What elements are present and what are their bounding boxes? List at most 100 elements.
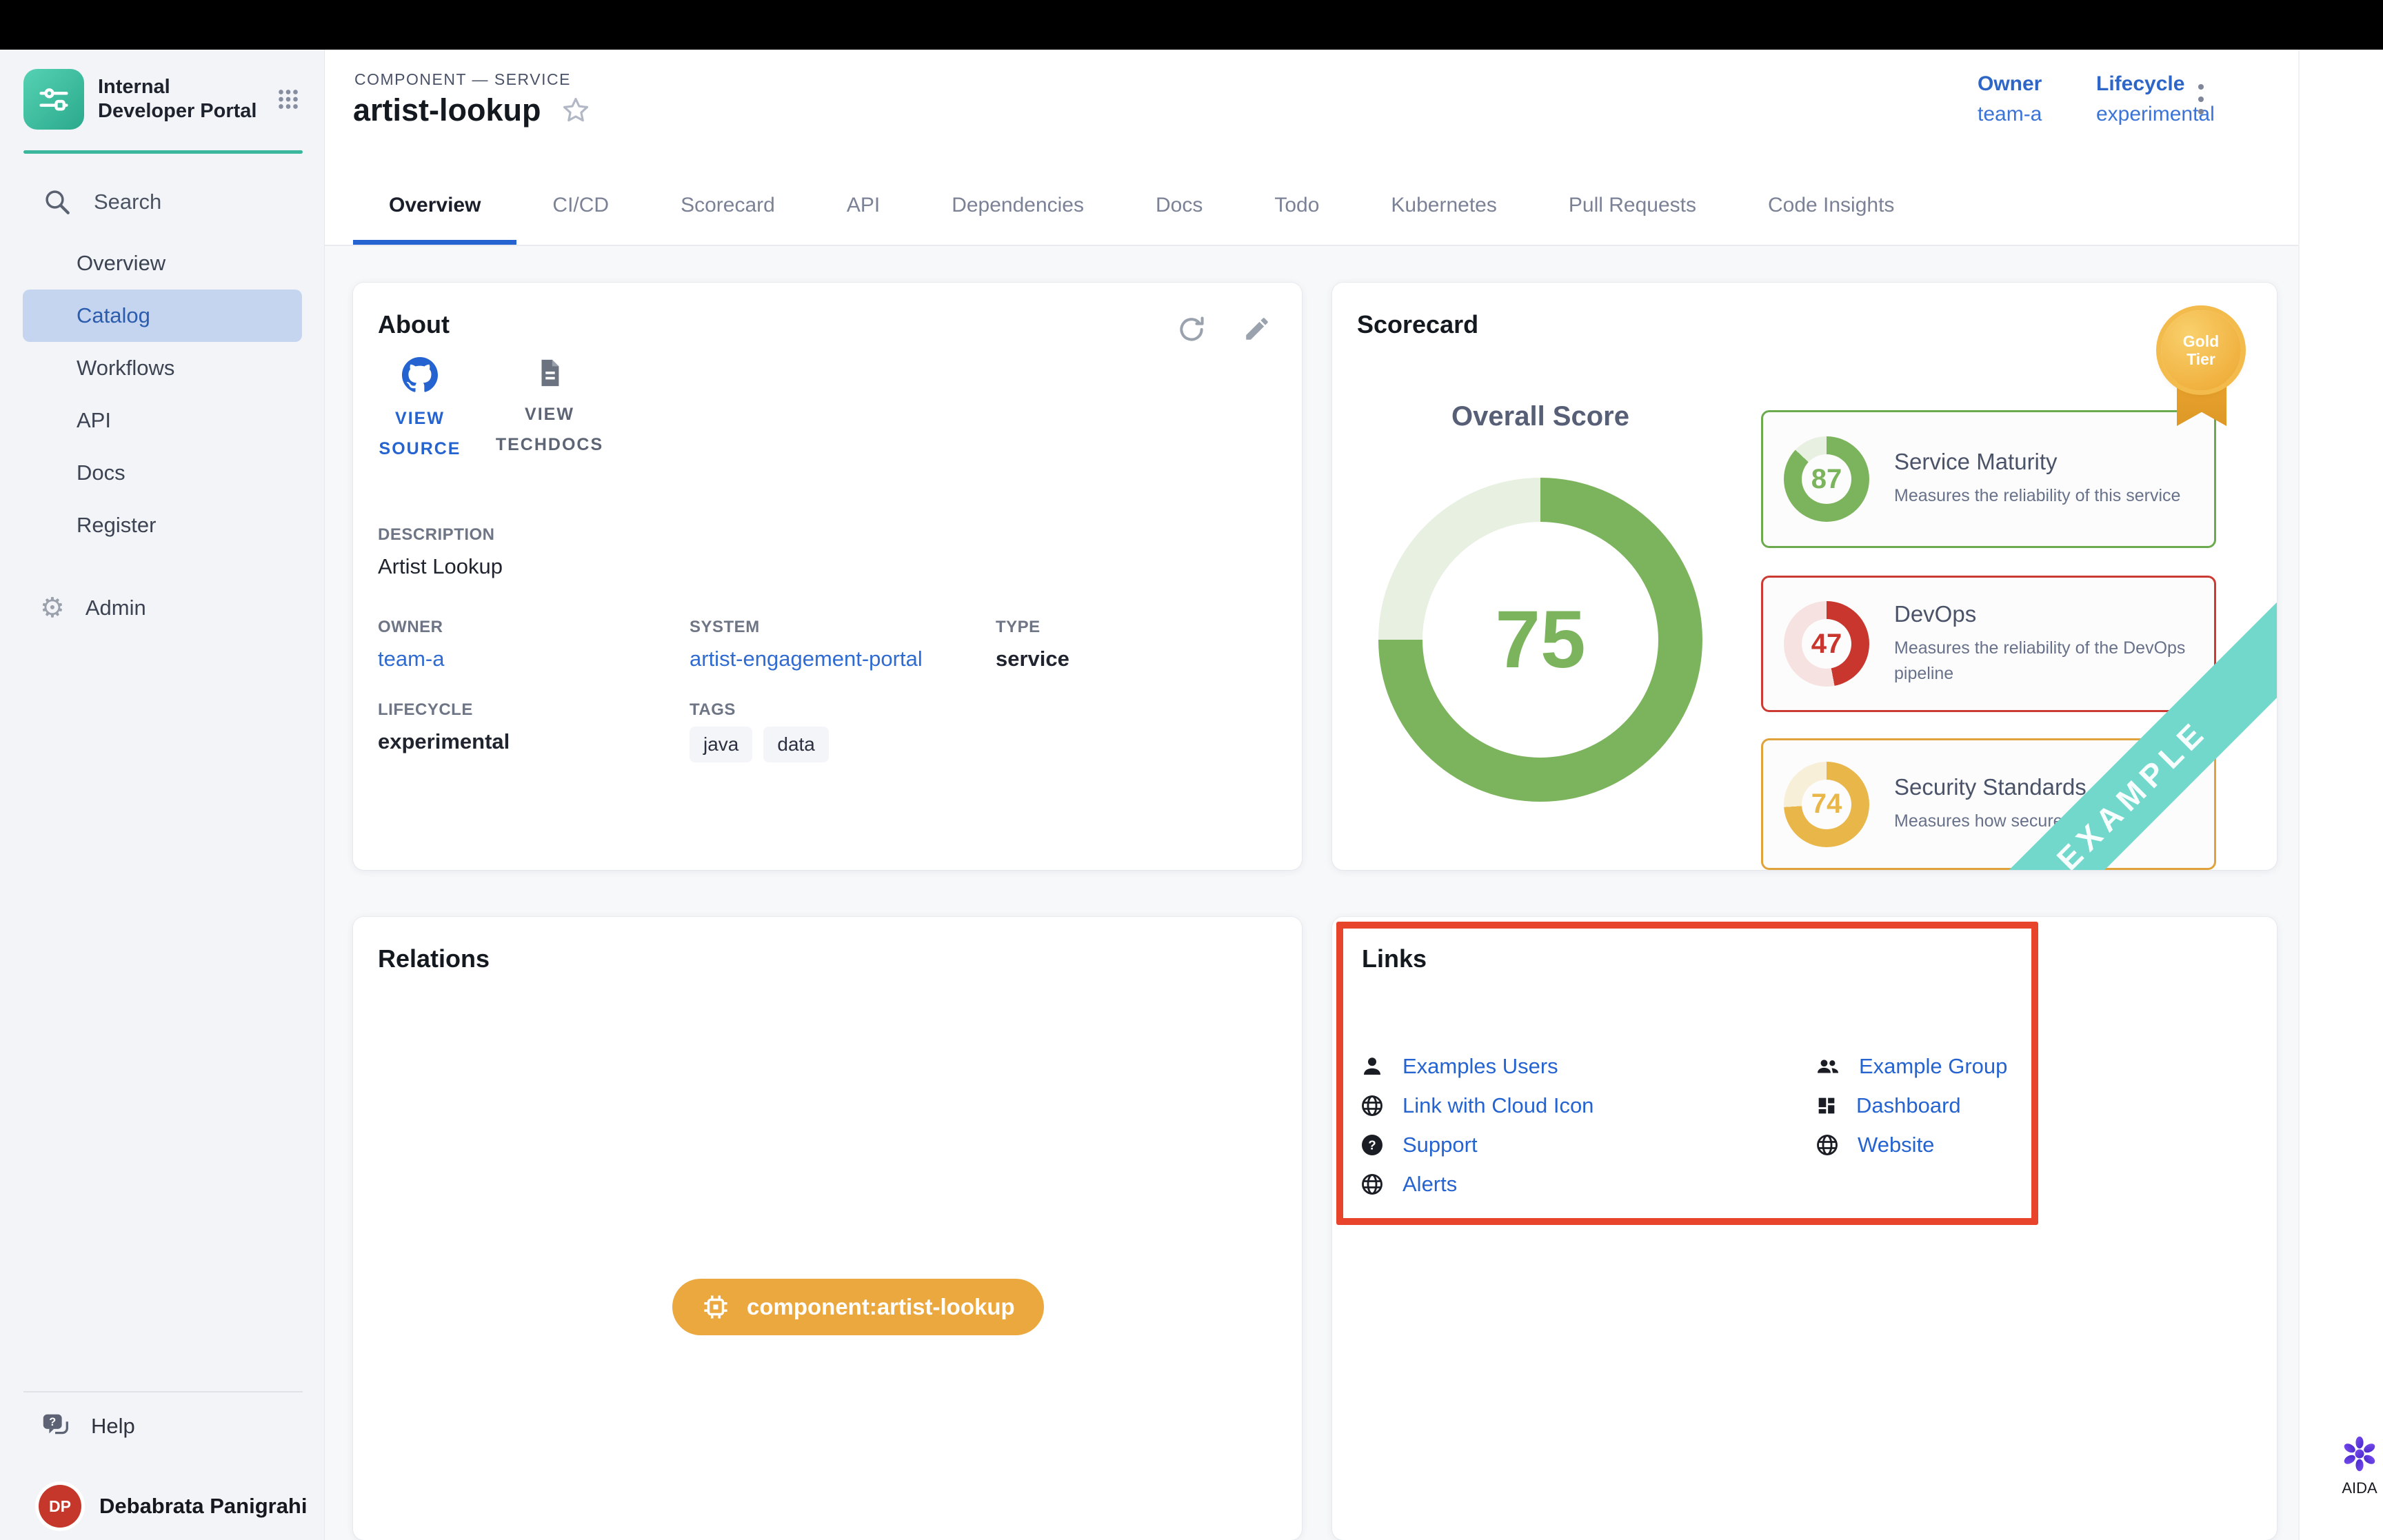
breadcrumb: COMPONENT — SERVICE — [354, 70, 571, 89]
view-techdocs-label: VIEW TECHDOCS — [488, 400, 611, 460]
owner-value[interactable]: team-a — [1978, 99, 2042, 130]
sidebar-item-workflows[interactable]: Workflows — [23, 342, 302, 394]
content-area: About VIEW SOURCE — [325, 246, 2298, 1540]
link-alerts[interactable]: Alerts — [1360, 1164, 1593, 1204]
tag-chip[interactable]: java — [690, 727, 752, 762]
tab-docs[interactable]: Docs — [1120, 165, 1238, 245]
about-card: About VIEW SOURCE — [353, 283, 1302, 870]
link-website[interactable]: Website — [1815, 1125, 2007, 1164]
score-item-name: DevOps — [1894, 601, 2191, 627]
sidebar-item-overview[interactable]: Overview — [23, 237, 302, 290]
tab-overview[interactable]: Overview — [353, 165, 516, 245]
screen: Internal Developer Portal Search Overvie… — [0, 0, 2383, 1540]
help-chat-icon: ? — [40, 1410, 72, 1442]
tab-pull-requests[interactable]: Pull Requests — [1533, 165, 1732, 245]
scorecard-card: Scorecard GoldTier Overall Score 75 87 S… — [1332, 283, 2277, 870]
sidebar-item-catalog[interactable]: Catalog — [23, 290, 302, 342]
scorecard-item-service-maturity[interactable]: 87 Service Maturity Measures the reliabi… — [1761, 410, 2216, 548]
globe-icon — [1360, 1172, 1385, 1197]
relation-node-label: component:artist-lookup — [747, 1294, 1015, 1320]
tab-cicd[interactable]: CI/CD — [516, 165, 645, 245]
tab-code-insights[interactable]: Code Insights — [1732, 165, 1930, 245]
link-support[interactable]: ? Support — [1360, 1125, 1593, 1164]
user-name: Debabrata Panigrahi — [99, 1494, 307, 1519]
search-input[interactable]: Search — [43, 188, 161, 216]
tab-todo[interactable]: Todo — [1238, 165, 1355, 245]
app-logo — [23, 69, 84, 130]
edit-pencil-icon[interactable] — [1243, 314, 1271, 345]
person-icon — [1360, 1054, 1385, 1079]
scorecard-item-devops[interactable]: 47 DevOps Measures the reliability of th… — [1761, 576, 2216, 712]
owner-field-value[interactable]: team-a — [378, 647, 444, 671]
system-field-value[interactable]: artist-engagement-portal — [690, 647, 923, 671]
view-source-link[interactable]: VIEW SOURCE — [368, 357, 472, 465]
chip-icon — [701, 1293, 730, 1321]
devops-gauge: 47 — [1784, 601, 1869, 687]
star-icon[interactable] — [561, 95, 591, 125]
entity-header: COMPONENT — SERVICE artist-lookup Owner … — [325, 50, 2383, 165]
owner-field-label: OWNER — [378, 618, 444, 637]
type-field-label: TYPE — [996, 618, 1069, 637]
system-field-label: SYSTEM — [690, 618, 923, 637]
link-dashboard[interactable]: Dashboard — [1815, 1086, 2007, 1125]
tab-dependencies[interactable]: Dependencies — [916, 165, 1120, 245]
tags-field-label: TAGS — [690, 700, 829, 720]
service-maturity-gauge: 87 — [1784, 436, 1869, 522]
tag-chip[interactable]: data — [763, 727, 829, 762]
question-circle-icon: ? — [1360, 1133, 1385, 1157]
links-title: Links — [1362, 944, 1427, 973]
lifecycle-field-value: experimental — [378, 729, 510, 754]
scroll-gutter[interactable] — [2298, 50, 2383, 1540]
score-item-description: Measures the reliability of the DevOps p… — [1894, 636, 2191, 687]
globe-icon — [1360, 1093, 1385, 1118]
gold-tier-badge: GoldTier — [2161, 310, 2241, 390]
dashboard-icon — [1815, 1094, 1838, 1117]
sidebar-item-register[interactable]: Register — [23, 499, 302, 551]
view-source-label: VIEW SOURCE — [368, 404, 472, 465]
score-item-name: Service Maturity — [1894, 449, 2180, 475]
overall-score-value: 75 — [1495, 593, 1585, 687]
link-example-group[interactable]: Example Group — [1815, 1046, 2007, 1086]
sidebar-item-admin[interactable]: ⚙ Admin — [40, 594, 146, 622]
svg-text:?: ? — [49, 1416, 56, 1428]
help-label: Help — [91, 1414, 135, 1439]
link-link-with-cloud-icon[interactable]: Link with Cloud Icon — [1360, 1086, 1593, 1125]
relations-title: Relations — [378, 944, 490, 973]
admin-label: Admin — [86, 596, 146, 620]
search-placeholder: Search — [94, 190, 161, 214]
more-options-icon[interactable] — [2194, 80, 2208, 119]
github-icon — [402, 357, 438, 393]
sidebar-item-help[interactable]: ? Help — [40, 1410, 135, 1442]
globe-icon — [1815, 1133, 1840, 1157]
apps-grid-icon[interactable] — [274, 85, 303, 114]
tab-api[interactable]: API — [811, 165, 916, 245]
sidebar-item-docs[interactable]: Docs — [23, 447, 302, 499]
link-examples-users[interactable]: Examples Users — [1360, 1046, 1593, 1086]
sidebar-item-api[interactable]: API — [23, 394, 302, 447]
overall-score-gauge: 75 — [1378, 478, 1702, 802]
relation-node-artist-lookup[interactable]: component:artist-lookup — [672, 1279, 1044, 1335]
description-value: Artist Lookup — [378, 554, 503, 579]
user-menu[interactable]: DP Debabrata Panigrahi — [39, 1485, 307, 1528]
tab-scorecard[interactable]: Scorecard — [645, 165, 811, 245]
avatar: DP — [39, 1485, 81, 1528]
aida-assistant-button[interactable]: AIDA — [2333, 1434, 2383, 1497]
svg-text:?: ? — [1368, 1137, 1376, 1152]
refresh-icon[interactable] — [1176, 314, 1207, 345]
entity-tabs: Overview CI/CD Scorecard API Dependencie… — [325, 165, 2383, 246]
owner-meta[interactable]: Owner team-a — [1978, 69, 2042, 129]
sidebar: Internal Developer Portal Search Overvie… — [0, 50, 325, 1540]
overall-score-label: Overall Score — [1402, 401, 1678, 432]
app-title: Internal Developer Portal — [98, 75, 260, 124]
tab-kubernetes[interactable]: Kubernetes — [1355, 165, 1532, 245]
group-icon — [1815, 1053, 1841, 1080]
top-black-bar — [0, 0, 2383, 50]
links-card: Links Examples Users Link with Cloud Ico… — [1332, 917, 2277, 1540]
brand: Internal Developer Portal — [23, 69, 303, 130]
view-techdocs-link[interactable]: VIEW TECHDOCS — [488, 357, 611, 465]
gear-icon: ⚙ — [40, 594, 65, 622]
score-item-description: Measures the reliability of this service — [1894, 483, 2180, 509]
search-icon — [43, 188, 72, 216]
techdocs-icon — [534, 357, 565, 389]
about-title: About — [378, 310, 450, 339]
